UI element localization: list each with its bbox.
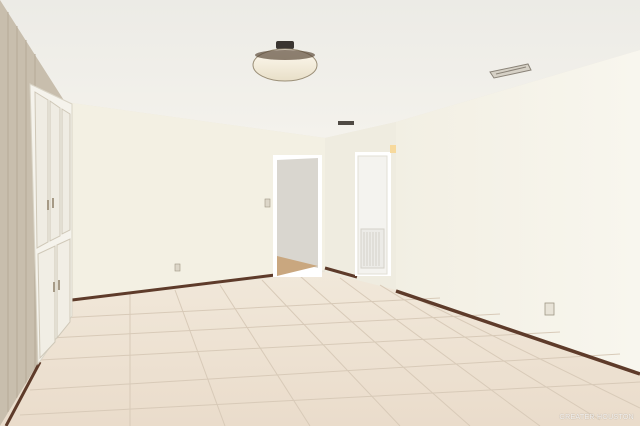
cabinet-glass-doors (34, 91, 71, 249)
light-mount (276, 41, 294, 49)
hall-light (390, 145, 396, 153)
room-illustration (0, 0, 640, 426)
wall-outlet (544, 302, 555, 316)
light-switch (264, 198, 271, 208)
ceiling-vent-small (338, 121, 354, 125)
wall-outlet (174, 263, 181, 272)
room-photo: GREATER HOUSTON (0, 0, 640, 426)
cabinet-handle (58, 280, 60, 290)
hallway (277, 158, 318, 268)
cabinet-handle (52, 198, 54, 208)
watermark: GREATER HOUSTON (559, 414, 634, 421)
cabinet-handle (53, 282, 55, 292)
cabinet-handle (47, 200, 49, 210)
door-vent (360, 228, 385, 269)
